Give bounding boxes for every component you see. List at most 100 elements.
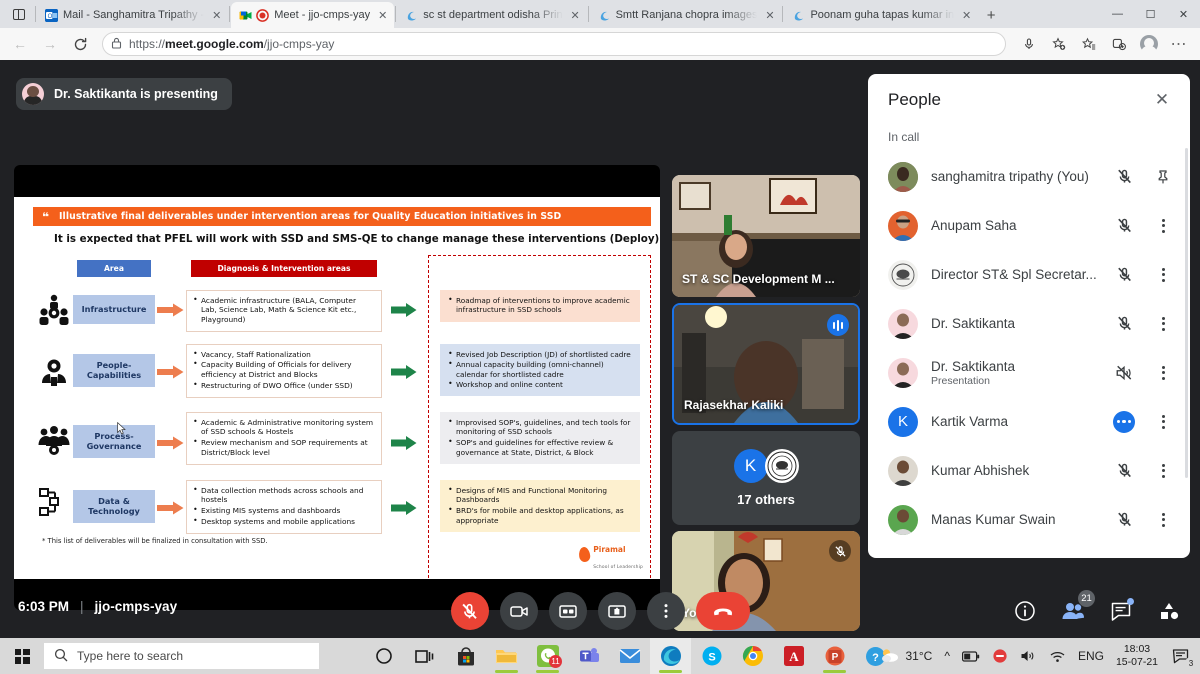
browser-tab-meet[interactable]: Meet - jjo-cmps-yay ✕	[231, 2, 395, 28]
video-tile-st-sc[interactable]: ST & SC Development M ...	[672, 175, 860, 297]
collections-icon[interactable]	[1104, 31, 1134, 57]
browser-tab-poonam[interactable]: Poonam guha tapas kumar in ✕	[784, 2, 978, 28]
more-icon[interactable]	[1150, 360, 1176, 386]
activities-button[interactable]	[1156, 598, 1182, 624]
chat-button[interactable]	[1108, 598, 1134, 624]
minimize-button[interactable]: —	[1101, 0, 1134, 28]
show-hidden-icons[interactable]: ^	[938, 638, 956, 674]
google-chrome-icon[interactable]	[732, 638, 773, 674]
favorites-icon[interactable]	[1074, 31, 1104, 57]
mic-off-icon[interactable]	[1111, 311, 1137, 337]
adobe-reader-icon[interactable]: A	[773, 638, 814, 674]
search-input[interactable]: Type here to search	[44, 643, 319, 669]
weather-temperature: 31°C	[905, 649, 933, 663]
hang-up-button[interactable]	[695, 592, 750, 630]
mic-off-icon[interactable]	[1111, 458, 1137, 484]
speaker-off-icon[interactable]	[1111, 360, 1137, 386]
task-view-icon[interactable]	[404, 638, 445, 674]
close-icon[interactable]: ✕	[568, 8, 583, 23]
video-tile-others[interactable]: K 17 others	[672, 431, 860, 525]
list-item[interactable]: Dr. Saktikanta	[868, 299, 1190, 348]
mic-off-icon[interactable]	[1111, 164, 1137, 190]
add-favorite-icon[interactable]	[1044, 31, 1074, 57]
close-window-button[interactable]: ✕	[1167, 0, 1200, 28]
close-icon[interactable]: ✕	[1148, 86, 1176, 114]
diagnosis-item: Desktop systems and mobile applications	[193, 516, 374, 527]
reload-icon[interactable]	[66, 31, 94, 57]
more-options-button[interactable]	[646, 592, 685, 630]
notifications-button[interactable]: 3	[1164, 638, 1198, 674]
list-item[interactable]: Kumar Abhishek	[868, 446, 1190, 495]
camera-button[interactable]	[499, 592, 538, 630]
whatsapp-icon[interactable]: 11	[527, 638, 568, 674]
wifi-icon[interactable]	[1043, 638, 1072, 674]
mail-icon[interactable]	[609, 638, 650, 674]
list-item[interactable]: sanghamitra tripathy (You)	[868, 152, 1190, 201]
scrollbar[interactable]	[1185, 148, 1188, 478]
presentation-stage[interactable]: ❝ Illustrative final deliverables under …	[14, 165, 660, 610]
edge-icon	[792, 9, 805, 22]
more-icon[interactable]	[1150, 458, 1176, 484]
piramal-logo: Piramal School of Leadership	[578, 539, 643, 571]
list-item[interactable]: Dr. Saktikanta Presentation	[868, 348, 1190, 397]
search-icon	[54, 648, 68, 665]
close-icon[interactable]: ✕	[209, 8, 224, 23]
new-tab-button[interactable]: +	[978, 2, 1004, 28]
microsoft-store-icon[interactable]	[445, 638, 486, 674]
clock[interactable]: 18:03 15-07-21	[1110, 643, 1164, 669]
participant-name: Dr. Saktikanta	[931, 316, 1016, 331]
video-tile-rajasekhar[interactable]: Rajasekhar Kaliki	[672, 303, 860, 425]
meeting-details-button[interactable]	[1012, 598, 1038, 624]
cortana-icon[interactable]	[363, 638, 404, 674]
captions-button[interactable]	[548, 592, 587, 630]
microphone-off-button[interactable]	[450, 592, 489, 630]
start-button[interactable]	[0, 638, 44, 674]
list-item[interactable]: Anupam Saha	[868, 201, 1190, 250]
skype-icon[interactable]: S	[691, 638, 732, 674]
profile-avatar[interactable]	[1134, 31, 1164, 57]
list-item[interactable]: K Kartik Varma	[868, 397, 1190, 446]
close-icon[interactable]: ✕	[375, 8, 390, 23]
language-indicator[interactable]: ENG	[1072, 638, 1110, 674]
speaking-icon[interactable]	[1111, 409, 1137, 435]
back-icon[interactable]: ←	[6, 31, 34, 57]
diagnosis-item: Academic & Administrative monitoring sys…	[193, 417, 374, 438]
list-item[interactable]: Director ST& Spl Secretar...	[868, 250, 1190, 299]
close-icon[interactable]: ✕	[959, 8, 974, 23]
battery-icon[interactable]	[956, 638, 986, 674]
orange-arrow-icon	[157, 500, 184, 514]
google-meet-app: Dr. Saktikanta is presenting ❝ Illustrat…	[0, 60, 1200, 638]
pin-icon[interactable]	[1150, 164, 1176, 190]
browser-tab-ranjana[interactable]: Smtt Ranjana chopra images ✕	[590, 2, 782, 28]
avatar	[888, 455, 918, 486]
more-icon[interactable]	[1150, 311, 1176, 337]
sitemap-icon	[36, 485, 72, 521]
tab-search-button[interactable]	[4, 0, 34, 28]
do-not-disturb-icon[interactable]	[986, 638, 1014, 674]
volume-icon[interactable]	[1014, 638, 1043, 674]
show-everyone-button[interactable]: 21	[1060, 590, 1095, 624]
microphone-icon[interactable]	[1014, 31, 1044, 57]
mic-off-icon	[829, 540, 851, 562]
browser-tab-scst[interactable]: sc st department odisha Prin ✕	[397, 2, 586, 28]
file-explorer-icon[interactable]	[486, 638, 527, 674]
mic-off-icon[interactable]	[1111, 213, 1137, 239]
maximize-button[interactable]: ☐	[1134, 0, 1167, 28]
mic-off-icon[interactable]	[1111, 262, 1137, 288]
mic-off-icon[interactable]	[1111, 507, 1137, 533]
address-bar[interactable]: https://meet.google.com/jjo-cmps-yay	[102, 32, 1006, 56]
browser-tab-mail[interactable]: O Mail - Sanghamitra Tripathy - ✕	[37, 2, 228, 28]
forward-icon[interactable]: →	[36, 31, 64, 57]
settings-more-icon[interactable]: ⋯	[1164, 31, 1194, 57]
more-icon[interactable]	[1150, 409, 1176, 435]
more-icon[interactable]	[1150, 507, 1176, 533]
more-icon[interactable]	[1150, 262, 1176, 288]
weather-widget[interactable]: 31°C	[874, 638, 939, 674]
powerpoint-icon[interactable]: P	[814, 638, 855, 674]
microsoft-teams-icon[interactable]	[568, 638, 609, 674]
microsoft-edge-icon[interactable]	[650, 638, 691, 674]
present-screen-button[interactable]	[597, 592, 636, 630]
close-icon[interactable]: ✕	[762, 8, 777, 23]
list-item[interactable]: Manas Kumar Swain	[868, 495, 1190, 544]
more-icon[interactable]	[1150, 213, 1176, 239]
